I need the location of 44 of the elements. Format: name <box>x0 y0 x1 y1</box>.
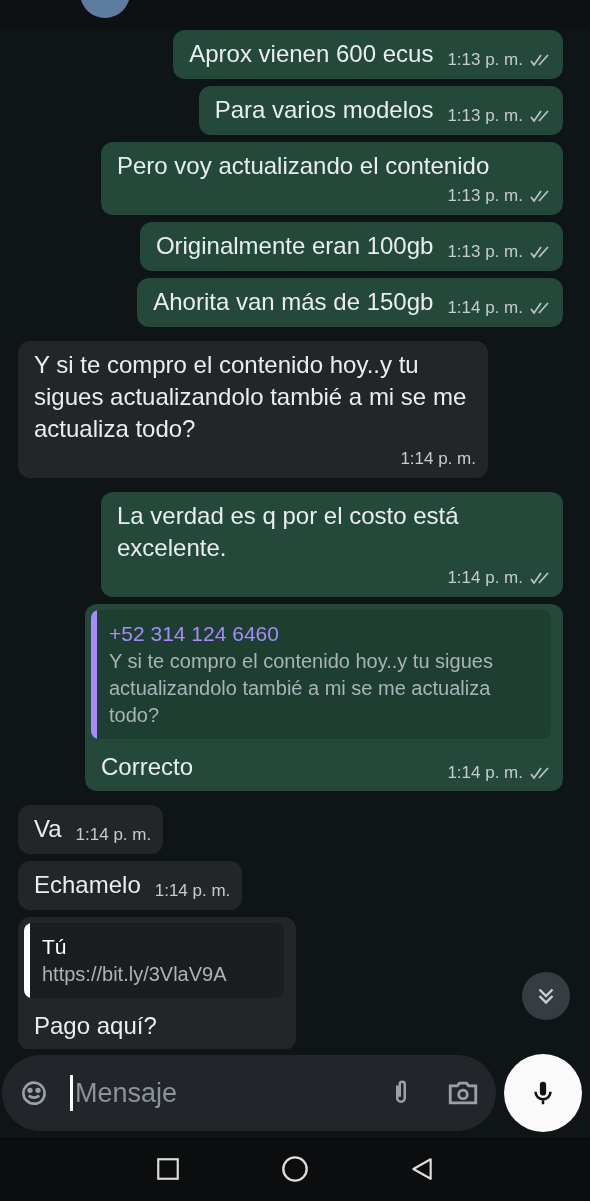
text-input[interactable]: Mensaje <box>73 1076 374 1110</box>
message-bubble[interactable]: +52 314 124 6460 Y si te compro el contenido hoy..y tu sigues actualizandolo tambié a mi se me actualiza todo? Correcto 1:14 p. m. <box>85 604 563 791</box>
message-bubble[interactable]: Aprox vienen 600 ecus 1:13 p. m. <box>173 30 563 79</box>
message-text: Ahorita van más de 150gb <box>153 287 434 317</box>
message-time: 1:14 p. m. <box>154 881 231 901</box>
message-text: Va <box>34 814 62 844</box>
quote-author: Tú <box>42 934 68 960</box>
scroll-down-button[interactable] <box>522 972 570 1020</box>
message-text: Echamelo <box>34 870 141 900</box>
message-text: La verdad es q por el costo está excelente. <box>117 501 460 563</box>
message-bubble[interactable]: Originalmente eran 100gb 1:13 p. m. <box>139 222 563 271</box>
message-bubble[interactable]: Y si te compro el contenido hoy..y tu sigues actualizandolo tambié a mi se me actualiza todo? 1:14 p. m. <box>18 341 488 478</box>
quote-text: https://bit.ly/3VlaV9A <box>42 962 227 987</box>
message-bubble[interactable]: Ahorita van más de 150gb 1:14 p. m. <box>137 278 563 327</box>
message-text: Originalmente eran 100gb <box>155 231 434 261</box>
quoted-message[interactable]: +52 314 124 6460 Y si te compro el contenido hoy..y tu sigues actualizandolo tambié a mi se me actualiza todo? <box>91 610 551 739</box>
message-text: Pero voy actualizando el contenido <box>117 151 490 181</box>
message-text: Aprox vienen 600 ecus <box>189 39 434 69</box>
message-text: Pago aquí? <box>34 1011 157 1041</box>
message-bubble[interactable]: Para varios modelos 1:13 p. m. <box>198 86 563 135</box>
message-bubble[interactable]: Va 1:14 p. m. <box>18 805 164 854</box>
message-time: 1:14 p. m. <box>400 449 476 469</box>
message-time: 1:14 p. m. <box>75 825 152 845</box>
message-time: 1:14 p. m. <box>447 763 523 783</box>
message-time: 1:14 p. m. <box>447 568 523 588</box>
message-bubble[interactable]: La verdad es q por el costo está excelente. 1:14 p. m. <box>101 492 563 597</box>
message-time: 1:14 p. m. <box>447 298 523 318</box>
message-text: Y si te compro el contenido hoy..y tu sigues actualizandolo tambié a mi se me actualiza todo? <box>34 350 468 444</box>
message-time: 1:13 p. m. <box>447 186 523 206</box>
message-time: 1:13 p. m. <box>447 242 523 262</box>
message-text: Correcto <box>101 752 194 782</box>
message-time: 1:13 p. m. <box>447 106 523 126</box>
quote-text: Y si te compro el contenido hoy..y tu sigues actualizandolo tambié a mi se me actualiza todo? <box>109 649 494 728</box>
message-bubble[interactable]: Echamelo 1:14 p. m. <box>18 861 243 910</box>
message-bubble[interactable]: Pero voy actualizando el contenido 1:13 p. m. <box>101 142 563 215</box>
home-icon[interactable] <box>281 1155 309 1183</box>
message-bubble[interactable]: Tú https://bit.ly/3VlaV9A Pago aquí? <box>18 917 296 1049</box>
quoted-message[interactable]: Tú https://bit.ly/3VlaV9A <box>24 923 284 998</box>
message-time: 1:13 p. m. <box>447 50 523 70</box>
message-text: Para varios modelos <box>214 95 434 125</box>
message-input-field[interactable]: Mensaje <box>2 1055 496 1131</box>
recents-icon[interactable] <box>155 1156 181 1182</box>
quote-author: +52 314 124 6460 <box>109 621 280 647</box>
back-icon[interactable] <box>409 1156 435 1182</box>
